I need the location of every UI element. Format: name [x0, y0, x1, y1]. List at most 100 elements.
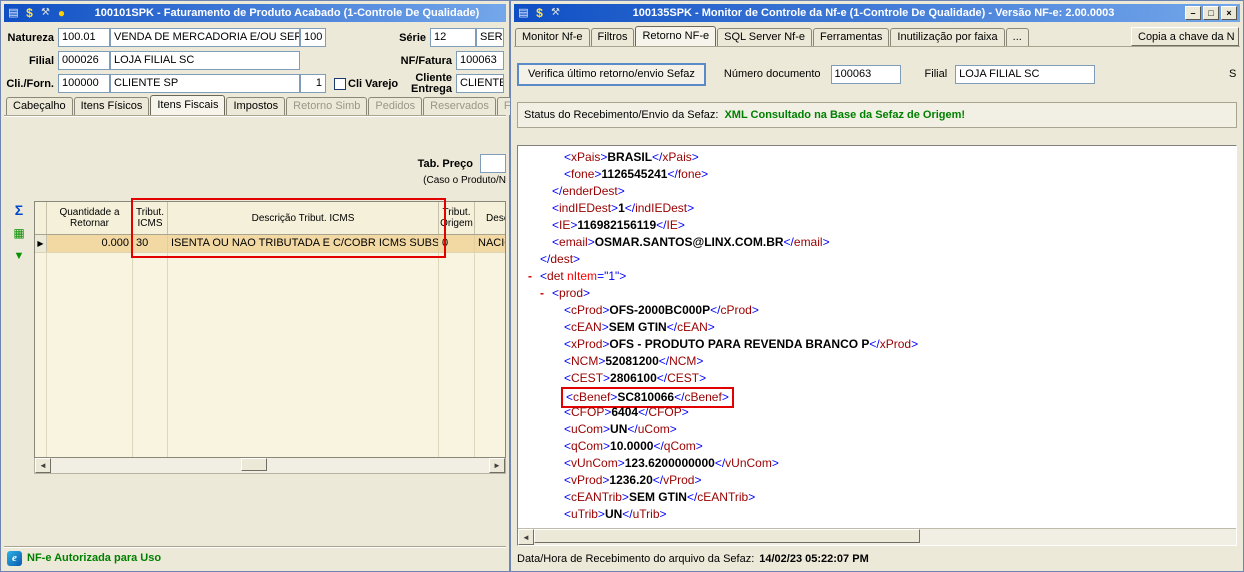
xml-scroll-left-button[interactable]: ◄ — [518, 529, 534, 545]
scroll-right-button[interactable]: ► — [489, 458, 505, 473]
filial-input[interactable]: LOJA FILIAL SC — [955, 64, 1096, 84]
collapse-marker[interactable]: - — [528, 268, 540, 285]
grid-cell[interactable]: ISENTA OU NAO TRIBUTADA E C/COBR ICMS SU… — [168, 235, 439, 252]
user-icon[interactable]: ● — [55, 7, 68, 20]
numero-documento-input[interactable]: 100063 — [830, 64, 901, 84]
grid-hscrollbar[interactable]: ◄ ► — [34, 458, 506, 474]
left-tab-bar: Cabeçalho Itens Físicos Itens Fiscais Impos… — [4, 95, 544, 116]
tab-sql-server-nf-e[interactable]: SQL Server Nf-e — [717, 28, 813, 46]
grid-cell[interactable]: 0.000 — [47, 235, 133, 252]
grid-cell[interactable]: NACION — [475, 235, 505, 252]
form-icon[interactable]: ▤ — [7, 7, 20, 20]
form-row-natureza: Natureza 100.01 VENDA DE MERCADORIA E/OU… — [6, 26, 504, 49]
sum-icon[interactable]: Σ — [11, 202, 27, 218]
grid-col-quantidade-a-retornar[interactable]: Quantidade a Retornar — [47, 202, 133, 234]
tab-impostos[interactable]: Impostos — [226, 97, 286, 115]
tab-ferramentas[interactable]: Ferramentas — [813, 28, 890, 46]
tab-itens-fiscais[interactable]: Itens Fiscais — [150, 95, 226, 115]
nf-fatura-field[interactable]: 100063 — [456, 51, 504, 70]
verify-sefaz-button[interactable]: Verifica último retorno/envio Sefaz — [517, 62, 706, 86]
tab-reservados[interactable]: Reservados — [423, 97, 496, 115]
export-down-icon[interactable]: ▼ — [11, 248, 27, 264]
cli-forn-code-field[interactable]: 100000 — [58, 74, 110, 93]
grid-cell[interactable]: 0 — [439, 235, 475, 252]
grid-col-descri[interactable]: Descriçã — [475, 202, 505, 234]
cli-forn-desc-field[interactable]: CLIENTE SP — [110, 74, 300, 93]
tab-preco-field[interactable] — [480, 154, 506, 173]
tab-more[interactable]: ... — [1005, 28, 1029, 46]
grid-cell[interactable]: 30 — [133, 235, 168, 252]
natureza-extra-field[interactable]: 100 — [300, 28, 326, 47]
collapse-marker[interactable]: - — [540, 285, 552, 302]
grid-col-tribut-icms[interactable]: Tribut. ICMS — [133, 202, 168, 234]
xml-line-uCom: <uCom>UN</uCom> — [564, 422, 677, 436]
tab-pedidos[interactable]: Pedidos — [368, 97, 423, 115]
xml-line-enderDest: </enderDest> — [552, 184, 625, 198]
grid-body — [35, 252, 505, 457]
minimize-button[interactable]: – — [1185, 6, 1201, 20]
money-icon[interactable]: $ — [23, 7, 36, 20]
form-icon[interactable]: ▤ — [517, 7, 530, 20]
grid-header: Quantidade a Retornar Tribut. ICMS Descriç… — [35, 202, 505, 235]
filial-code-field[interactable]: 000026 — [58, 51, 110, 70]
xml-line-det: - <det nItem="1"> — [528, 268, 627, 285]
tab-inutiliza-o-por-faixa[interactable]: Inutilização por faixa — [890, 28, 1005, 46]
xml-line-vUnCom: <vUnCom>123.6200000000</vUnCom> — [564, 456, 779, 470]
monitor-nfe-window: ▤ $ ⚒ 100135SPK - Monitor de Controle da N… — [510, 0, 1244, 572]
cli-forn-extra-field[interactable]: 1 — [300, 74, 326, 93]
grid-selected-row[interactable]: ▶ 0.000 30 ISENTA OU NAO TRIBUTADA E C/COBR… — [35, 235, 505, 253]
xml-line-indIEDest: <indIEDest>1</indIEDest> — [552, 201, 695, 215]
items-grid[interactable]: Quantidade a Retornar Tribut. ICMS Descriç… — [34, 201, 506, 458]
xml-line-qCom: <qCom>10.0000</qCom> — [564, 439, 703, 453]
right-window-title: 100135SPK - Monitor de Controle da Nf-e … — [632, 7, 1115, 19]
sefaz-status-box: Status do Recebimento/Envio da Sefaz: XM… — [517, 102, 1237, 128]
cliente-entrega-field[interactable]: CLIENTE — [456, 74, 504, 93]
grid-col-descri-o-tribut-icms[interactable]: Descrição Tribut. ICMS — [168, 202, 439, 234]
serie-extra-field[interactable]: SERI — [476, 28, 504, 47]
right-titlebar[interactable]: ▤ $ ⚒ 100135SPK - Monitor de Controle da N… — [514, 4, 1240, 22]
xml-viewer[interactable]: <xPais>BRASIL</xPais> <fone>1126545241</f… — [522, 149, 1235, 528]
xml-line-cEAN: <cEAN>SEM GTIN</cEAN> — [564, 320, 715, 334]
wrench-icon[interactable]: ⚒ — [39, 7, 52, 20]
tab-filtros[interactable]: Filtros — [590, 28, 635, 46]
nfe-status-text: NF-e Autorizada para Uso — [27, 552, 162, 564]
filial-desc-field[interactable]: LOJA FILIAL SC — [110, 51, 300, 70]
xml-line-CEST: <CEST>2806100</CEST> — [564, 371, 707, 385]
tab-monitor-nf-e[interactable]: Monitor Nf-e — [515, 28, 590, 46]
xml-scrollbar-track[interactable] — [534, 529, 1236, 545]
tab-itens-f-sicos[interactable]: Itens Físicos — [73, 97, 150, 115]
copy-nfe-key-button[interactable]: Copia a chave da N — [1131, 27, 1239, 46]
serie-field[interactable]: 12 — [430, 28, 476, 47]
form-row-filial: Filial 000026 LOJA FILIAL SC NF/Fatura 1… — [6, 49, 504, 72]
natureza-label: Natureza — [7, 31, 54, 44]
maximize-button[interactable]: □ — [1203, 6, 1219, 20]
scrollbar-track[interactable] — [51, 458, 489, 473]
xml-scrollbar-thumb[interactable] — [534, 529, 921, 543]
footer-datetime: 14/02/23 05:22:07 PM — [759, 553, 869, 565]
wrench-icon[interactable]: ⚒ — [549, 7, 562, 20]
filial-label: Filial — [924, 68, 948, 80]
grid-col-tribut-origem[interactable]: Tribut. Origem — [439, 202, 475, 234]
cli-varejo-checkbox[interactable] — [334, 77, 346, 90]
tab-cabe-alho[interactable]: Cabeçalho — [6, 97, 73, 115]
scroll-left-button[interactable]: ◄ — [35, 458, 51, 473]
sefaz-status-value: XML Consultado na Base da Sefaz de Orige… — [724, 109, 966, 121]
money-icon[interactable]: $ — [533, 7, 546, 20]
close-button[interactable]: × — [1221, 6, 1237, 20]
natureza-code-field[interactable]: 100.01 — [58, 28, 110, 47]
tab-retorno-simb[interactable]: Retorno Simb — [286, 97, 368, 115]
export-grid-icon[interactable]: ▦ — [11, 225, 27, 241]
xml-line-cBenef: <cBenef>SC810066</cBenef> — [522, 387, 1235, 408]
xml-hscrollbar[interactable]: ◄ — [518, 528, 1236, 545]
natureza-desc-field[interactable]: VENDA DE MERCADORIA E/OU SERVI — [110, 28, 300, 47]
grid-col-marker[interactable] — [35, 202, 47, 234]
tab-retorno-nf-e[interactable]: Retorno NF-e — [635, 26, 717, 46]
xml-line-NCM: <NCM>52081200</NCM> — [564, 354, 704, 368]
grid-empty-column — [133, 252, 168, 457]
scrollbar-thumb[interactable] — [241, 458, 267, 471]
left-titlebar[interactable]: ▤ $ ⚒ ● 100101SPK - Faturamento de Produto … — [4, 4, 506, 22]
cli-varejo-label: Cli Varejo — [348, 77, 399, 90]
xml-line-CFOP: <CFOP>6404</CFOP> — [564, 405, 689, 419]
window-controls: – □ × — [1185, 6, 1237, 20]
right-footer: Data/Hora de Recebimento do arquivo da S… — [514, 550, 1240, 568]
